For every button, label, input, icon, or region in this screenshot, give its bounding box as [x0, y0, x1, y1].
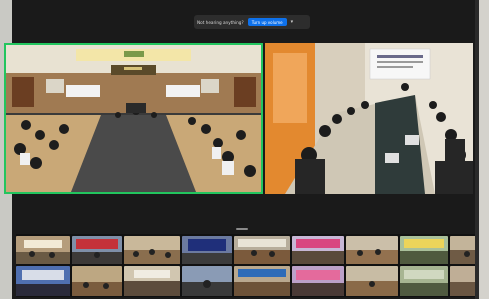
participant-thumbnail[interactable] — [182, 236, 232, 264]
meeting-room-video — [265, 43, 473, 194]
participant-thumbnail[interactable] — [400, 266, 448, 296]
participant-thumbnail[interactable] — [72, 266, 122, 296]
right-background-edge — [475, 0, 489, 299]
main-video-tile-left[interactable] — [4, 43, 263, 194]
gallery-resize-handle[interactable] — [236, 228, 248, 230]
participant-thumbnail[interactable] — [182, 266, 232, 296]
participant-thumbnail[interactable] — [292, 266, 344, 296]
conference-room-video — [6, 45, 261, 192]
video-meeting-window: Not hearing anything? Turn up volume ▾ — [4, 0, 485, 299]
notification-message: Not hearing anything? — [197, 19, 244, 25]
participant-thumbnail[interactable] — [346, 266, 398, 296]
participant-thumbnail[interactable] — [16, 236, 70, 264]
participant-thumbnail[interactable] — [346, 236, 398, 264]
participant-thumbnail[interactable] — [234, 266, 290, 296]
participant-thumbnail[interactable] — [124, 236, 180, 264]
participant-thumbnail[interactable] — [72, 236, 122, 264]
main-video-tile-right[interactable] — [265, 43, 473, 194]
participant-thumbnail[interactable] — [292, 236, 344, 264]
participant-thumbnail[interactable] — [400, 236, 448, 264]
participant-thumbnail[interactable] — [234, 236, 290, 264]
chevron-down-icon[interactable]: ▾ — [291, 19, 294, 25]
participant-thumbnail[interactable] — [16, 266, 70, 296]
participant-thumbnail[interactable] — [124, 266, 180, 296]
gallery-strip — [16, 234, 485, 297]
audio-notification-banner: Not hearing anything? Turn up volume ▾ — [194, 15, 310, 29]
turn-up-volume-button[interactable]: Turn up volume — [247, 18, 287, 26]
